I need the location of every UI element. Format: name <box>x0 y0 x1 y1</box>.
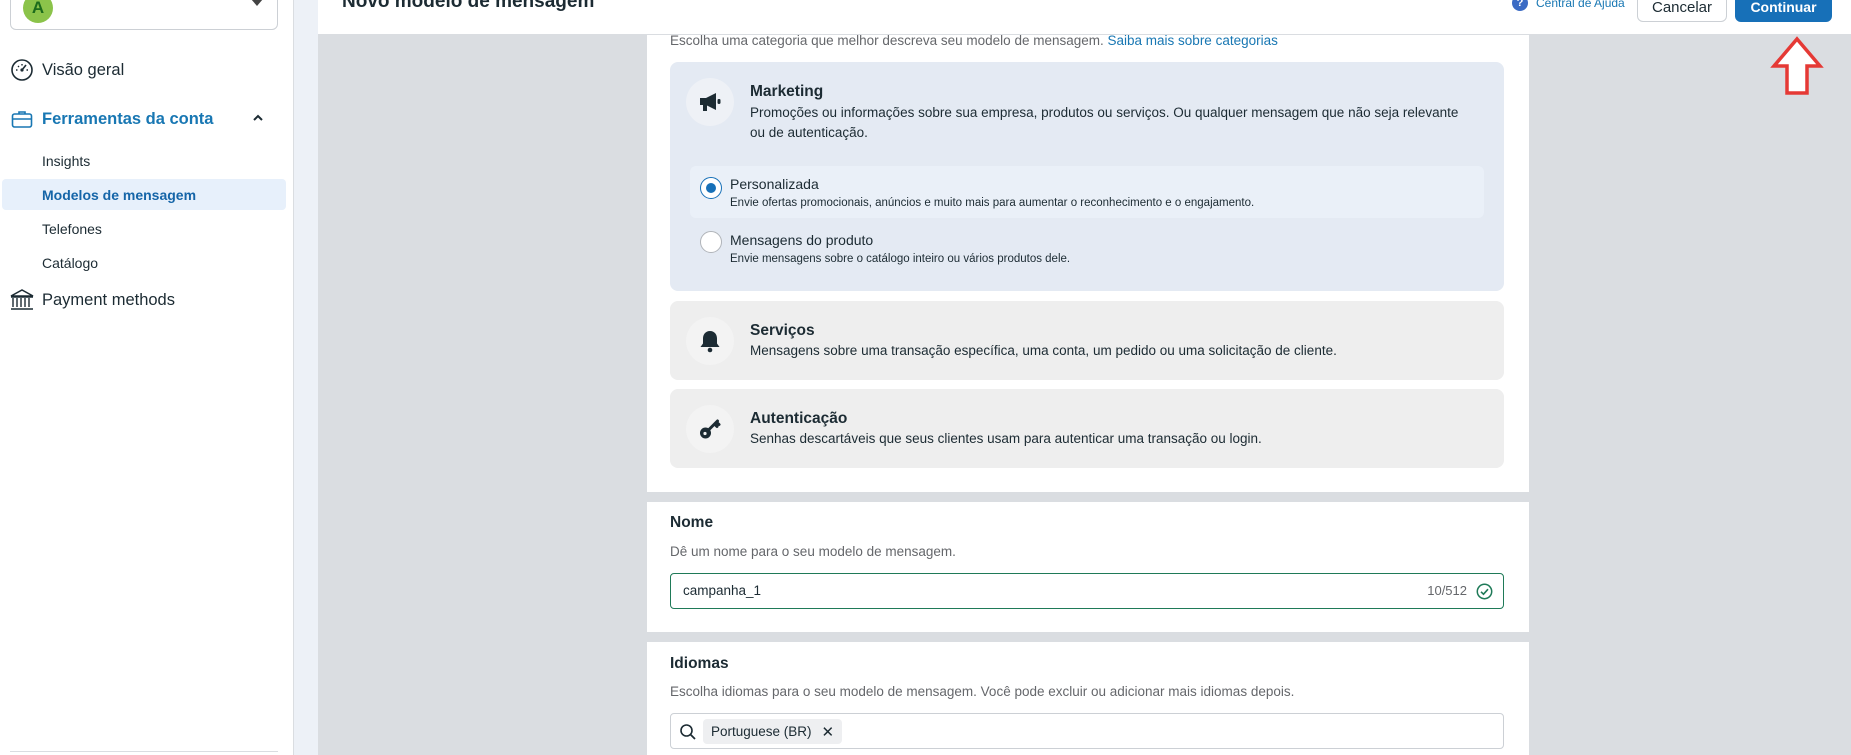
option-personalizada-desc: Envie ofertas promocionais, anúncios e m… <box>730 197 1255 209</box>
briefcase-icon <box>9 106 35 132</box>
nav-item-insights[interactable]: Insights <box>2 145 286 176</box>
help-center-label: Central de Ajuda <box>1536 0 1625 10</box>
search-icon <box>679 723 697 746</box>
remove-language-icon[interactable]: ✕ <box>822 723 835 741</box>
account-selector[interactable]: A <box>10 0 278 30</box>
auth-title: Autenticação <box>750 410 848 427</box>
caret-down-icon <box>251 0 263 6</box>
languages-section-title: Idiomas <box>670 655 729 672</box>
nav-item-overview-label: Visão geral <box>42 60 125 79</box>
radio-product-messages[interactable] <box>700 231 722 253</box>
name-panel <box>647 502 1529 632</box>
bell-icon <box>686 317 734 365</box>
nav-item-phones-label: Telefones <box>42 220 102 237</box>
layout-gutter <box>294 0 318 755</box>
nav-item-catalog[interactable]: Catálogo <box>2 247 286 278</box>
nav-item-catalog-label: Catálogo <box>42 254 99 271</box>
option-personalizada[interactable]: Personalizada Envie ofertas promocionais… <box>690 166 1484 218</box>
chevron-up-icon[interactable] <box>251 111 265 130</box>
template-name-value: campanha_1 <box>683 583 762 598</box>
annotation-arrow-icon <box>1770 36 1824 95</box>
radio-personalizada[interactable] <box>700 177 722 199</box>
check-circle-icon <box>1476 583 1493 605</box>
help-center-link[interactable]: ? Central de Ajuda <box>1512 0 1625 11</box>
learn-more-categories-link[interactable]: Saiba mais sobre categorias <box>1108 33 1278 48</box>
marketing-title: Marketing <box>750 83 824 100</box>
option-personalizada-title: Personalizada <box>730 176 819 192</box>
help-icon: ? <box>1512 0 1528 11</box>
marketing-text-line2: ou de autenticação. <box>750 125 868 140</box>
category-description-text: Escolha uma categoria que melhor descrev… <box>670 33 1104 48</box>
option-product-messages-title: Mensagens do produto <box>730 232 874 248</box>
template-name-field[interactable]: campanha_1 10/512 <box>670 573 1504 609</box>
auth-text: Senhas descartáveis que seus clientes us… <box>750 431 1262 446</box>
marketing-text-line1: Promoções ou informações sobre sua empre… <box>750 105 1459 120</box>
nav-item-phones[interactable]: Telefones <box>2 213 286 244</box>
continue-button[interactable]: Continuar <box>1735 0 1832 22</box>
nav-item-message-templates[interactable]: Modelos de mensagem <box>2 179 286 210</box>
char-counter: 10/512 <box>1427 583 1467 598</box>
option-product-messages-desc: Envie mensagens sobre o catálogo inteiro… <box>730 253 1071 265</box>
nav-item-message-templates-label: Modelos de mensagem <box>42 186 197 203</box>
language-chip-label: Portuguese (BR) <box>711 724 812 739</box>
category-card-services[interactable]: Serviços Mensagens sobre uma transação e… <box>670 301 1504 380</box>
services-title: Serviços <box>750 322 815 339</box>
nav-item-overview[interactable]: Visão geral <box>0 52 294 88</box>
languages-section-desc: Escolha idiomas para o seu modelo de men… <box>670 684 1295 699</box>
language-chip: Portuguese (BR) ✕ <box>703 719 843 744</box>
key-icon <box>686 405 734 453</box>
category-card-marketing[interactable]: Marketing Promoções ou informações sobre… <box>670 62 1504 291</box>
option-product-messages[interactable]: Mensagens do produto Envie mensagens sob… <box>690 222 1484 274</box>
cancel-button[interactable]: Cancelar <box>1637 0 1727 22</box>
bank-icon <box>9 287 35 313</box>
category-card-authentication[interactable]: Autenticação Senhas descartáveis que seu… <box>670 389 1504 468</box>
name-section-title: Nome <box>670 514 714 531</box>
languages-search-field[interactable]: Portuguese (BR) ✕ <box>670 713 1504 749</box>
speedometer-icon <box>9 57 35 83</box>
nav-item-account-tools-label: Ferramentas da conta <box>42 109 214 128</box>
name-section-desc: Dê um nome para o seu modelo de mensagem… <box>670 544 956 559</box>
category-description: Escolha uma categoria que melhor descrev… <box>670 33 1278 48</box>
sidebar: A Visão geral Ferramentas da conta Insig… <box>0 0 294 755</box>
nav-item-insights-label: Insights <box>42 152 91 169</box>
nav-item-account-tools[interactable]: Ferramentas da conta <box>0 101 294 137</box>
nav-item-payment-methods-label: Payment methods <box>42 290 175 309</box>
services-text: Mensagens sobre uma transação específica… <box>750 343 1337 358</box>
megaphone-icon <box>686 78 734 126</box>
sidebar-divider <box>10 751 278 752</box>
account-avatar: A <box>23 0 53 23</box>
nav-item-payment-methods[interactable]: Payment methods <box>0 282 294 318</box>
page-header: Novo modelo de mensagem ? Central de Aju… <box>318 0 1851 35</box>
page-title: Novo modelo de mensagem <box>342 0 595 12</box>
